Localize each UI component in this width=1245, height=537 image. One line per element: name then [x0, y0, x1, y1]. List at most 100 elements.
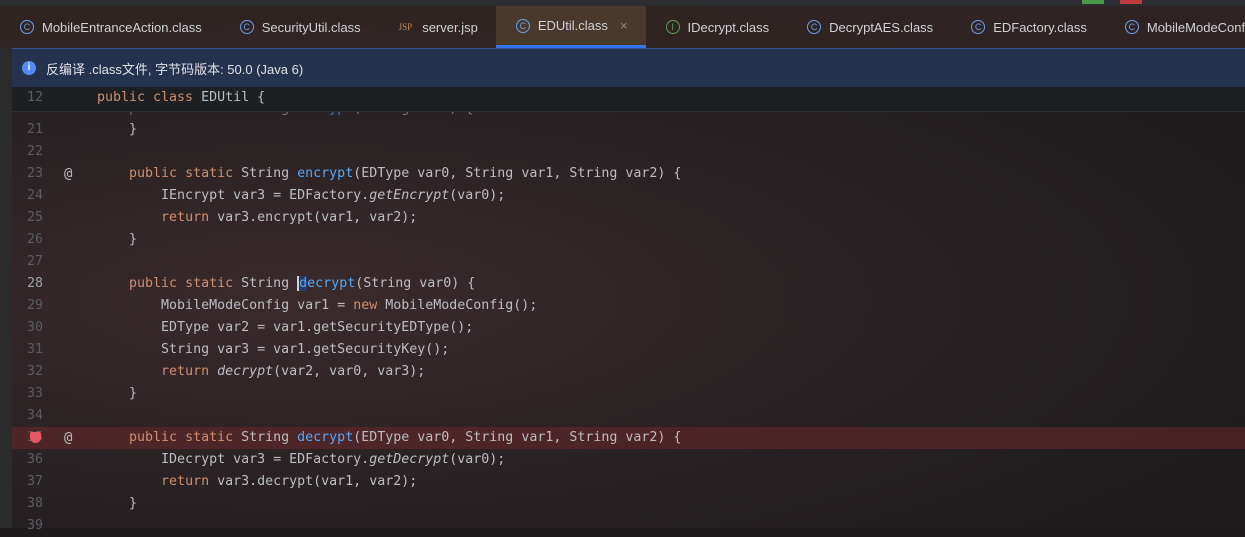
- code-token: var3.encrypt(var1, var2);: [217, 210, 418, 225]
- code-line[interactable]: 23 @ public static String encrypt(EDType …: [12, 163, 1245, 185]
- code-text: MobileModeConfig var1 = new MobileModeCo…: [97, 295, 537, 317]
- code-line[interactable]: 38 }: [12, 493, 1245, 515]
- code-line[interactable]: 30 EDType var2 = var1.getSecurityEDType(…: [12, 317, 1245, 339]
- line-number[interactable]: 22: [12, 141, 43, 163]
- code-line[interactable]: 35@ public static String decrypt(EDType …: [12, 427, 1245, 449]
- code-line[interactable]: 26 }: [12, 229, 1245, 251]
- tab-label: EDFactory.class: [993, 19, 1087, 35]
- code-editor[interactable]: 12public class EDUtil {18 public static …: [12, 86, 1245, 533]
- line-number[interactable]: 39: [12, 515, 43, 537]
- line-number[interactable]: 27: [12, 251, 43, 273]
- tab-edfactory-class[interactable]: C EDFactory.class: [951, 6, 1105, 48]
- code-token: return: [161, 364, 218, 379]
- line-number[interactable]: 12: [12, 87, 43, 109]
- code-line[interactable]: 22: [12, 141, 1245, 163]
- code-text: }: [97, 229, 137, 251]
- line-number[interactable]: 33: [12, 383, 43, 405]
- code-line[interactable]: 39: [12, 515, 1245, 537]
- tab-mobilemodeconfig-[interactable]: C MobileModeConfig.: [1105, 6, 1245, 48]
- line-number[interactable]: 37: [12, 471, 43, 493]
- tab-server-jsp[interactable]: JSP server.jsp: [379, 6, 496, 48]
- tab-decryptaes-class[interactable]: C DecryptAES.class: [787, 6, 951, 48]
- line-number[interactable]: 24: [12, 185, 43, 207]
- code-token: return: [161, 210, 218, 225]
- tab-securityutil-class[interactable]: C SecurityUtil.class: [220, 6, 379, 48]
- tab-label: SecurityUtil.class: [261, 19, 361, 35]
- code-token: decrypt: [217, 364, 274, 379]
- code-token: (EDType var0, String var1, String var2) …: [353, 166, 682, 181]
- code-line[interactable]: 12 public class EDUtil {: [12, 87, 1245, 112]
- run-indicator[interactable]: [1082, 0, 1104, 4]
- code-line[interactable]: 31 String var3 = var1.getSecurityKey();: [12, 339, 1245, 361]
- override-marker-icon[interactable]: @: [64, 427, 72, 449]
- code-text: public static String decrypt(String var0…: [97, 273, 475, 295]
- code-line[interactable]: 34: [12, 405, 1245, 427]
- code-text: return decrypt(var2, var0, var3);: [97, 361, 425, 383]
- line-number[interactable]: 26: [12, 229, 43, 251]
- code-token: }: [97, 496, 138, 511]
- interface-icon: I: [665, 20, 680, 34]
- line-number[interactable]: 29: [12, 295, 43, 317]
- tab-label: MobileModeConfig.: [1146, 19, 1245, 35]
- code-token: EDUtil {: [201, 90, 266, 105]
- code-token: (String var0) {: [355, 276, 476, 291]
- class-icon: C: [239, 20, 254, 34]
- code-token: d: [297, 276, 308, 291]
- tab-label: server.jsp: [422, 19, 478, 35]
- line-number[interactable]: 36: [12, 449, 43, 471]
- code-line[interactable]: 27: [12, 251, 1245, 273]
- code-text: IDecrypt var3 = EDFactory.getDecrypt(var…: [97, 449, 505, 471]
- code-token: (EDType var0, String var1, String var2) …: [353, 430, 682, 445]
- override-marker-icon[interactable]: @: [64, 163, 72, 185]
- code-token: ecrypt: [307, 276, 356, 291]
- code-line[interactable]: 33 }: [12, 383, 1245, 405]
- info-banner: i 反编译 .class文件, 字节码版本: 50.0 (Java 6): [12, 48, 1245, 87]
- line-number[interactable]: 30: [12, 317, 43, 339]
- close-tab-icon[interactable]: ×: [620, 18, 628, 33]
- code-token: new: [353, 298, 386, 313]
- tab-edutil-class[interactable]: C EDUtil.class ×: [495, 6, 646, 48]
- breakpoint-icon[interactable]: [30, 432, 41, 443]
- code-text: public class EDUtil {: [97, 87, 265, 109]
- editor-tabs: C MobileEntranceAction.class C SecurityUtil…: [0, 6, 1245, 48]
- line-number[interactable]: 31: [12, 339, 43, 361]
- line-number[interactable]: 25: [12, 207, 43, 229]
- code-token: String: [241, 276, 298, 291]
- code-token: encrypt: [297, 166, 354, 181]
- tab-idecrypt-class[interactable]: I IDecrypt.class: [646, 6, 788, 48]
- class-icon: C: [1124, 20, 1139, 34]
- line-number[interactable]: 28: [12, 273, 43, 295]
- tab-label: DecryptAES.class: [829, 19, 934, 35]
- line-number[interactable]: 38: [12, 493, 43, 515]
- line-number[interactable]: 34: [12, 405, 43, 427]
- line-number[interactable]: 21: [12, 119, 43, 141]
- code-text: return var3.encrypt(var1, var2);: [97, 207, 417, 229]
- code-token: }: [97, 386, 138, 401]
- code-line[interactable]: 25 return var3.encrypt(var1, var2);: [12, 207, 1245, 229]
- code-line[interactable]: 21 }: [12, 119, 1245, 141]
- code-token: EDType var2 = var1.getSecurityEDType();: [97, 320, 474, 335]
- tab-label: EDUtil.class: [537, 18, 608, 33]
- code-line[interactable]: 32 return decrypt(var2, var0, var3);: [12, 361, 1245, 383]
- code-line[interactable]: 29 MobileModeConfig var1 = new MobileMod…: [12, 295, 1245, 317]
- class-icon: C: [515, 18, 530, 33]
- info-icon: i: [22, 61, 36, 75]
- tab-label: IDecrypt.class: [687, 19, 770, 35]
- jsp-icon: JSP: [398, 22, 413, 32]
- line-number[interactable]: 32: [12, 361, 43, 383]
- code-token: MobileModeConfig();: [385, 298, 538, 313]
- code-line[interactable]: 37 return var3.decrypt(var1, var2);: [12, 471, 1245, 493]
- code-text: }: [97, 493, 137, 515]
- code-token: }: [97, 232, 138, 247]
- code-line[interactable]: 36 IDecrypt var3 = EDFactory.getDecrypt(…: [12, 449, 1245, 471]
- line-number[interactable]: 23: [12, 163, 43, 185]
- code-line[interactable]: 28 public static String decrypt(String v…: [12, 273, 1245, 295]
- code-line[interactable]: 24 IEncrypt var3 = EDFactory.getEncrypt(…: [12, 185, 1245, 207]
- stop-indicator[interactable]: [1120, 0, 1142, 4]
- tab-mobileentranceaction-class[interactable]: C MobileEntranceAction.class: [0, 6, 220, 48]
- code-token: public class: [97, 90, 202, 105]
- class-icon: C: [807, 20, 822, 34]
